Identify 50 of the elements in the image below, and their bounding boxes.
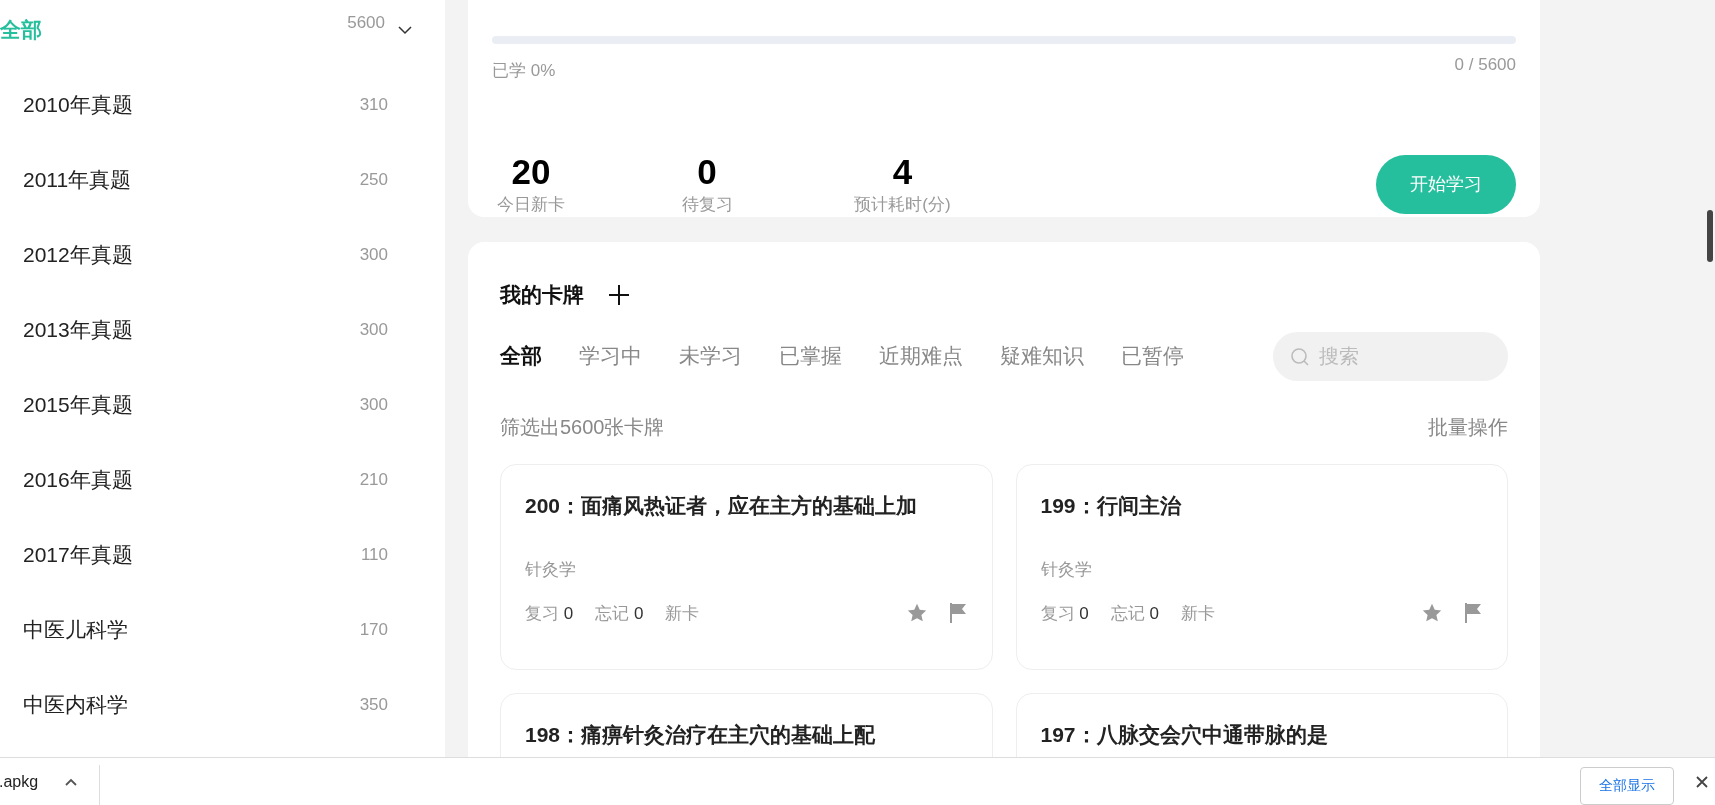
forget-count: 忘记 0 bbox=[595, 602, 644, 625]
sidebar-item[interactable]: 2015年真题 300 bbox=[0, 367, 445, 442]
sidebar-item[interactable]: 2016年真题 210 bbox=[0, 442, 445, 517]
card-status: 新卡 bbox=[1180, 602, 1215, 625]
stat-value: 0 bbox=[697, 151, 717, 192]
card-title: 198：痛痹针灸治疗在主穴的基础上配 bbox=[525, 721, 877, 748]
card-title: 200：面痛风热证者，应在主方的基础上加 bbox=[525, 492, 919, 519]
batch-button[interactable]: 批量操作 bbox=[1428, 411, 1508, 442]
filter-result-text: 筛选出5600张卡牌 bbox=[500, 414, 665, 440]
flashcard[interactable]: 199：行间主治 针灸学 复习 0 忘记 0 新卡 bbox=[1015, 463, 1508, 670]
progress-reading: 0 / 5600 bbox=[1454, 54, 1516, 76]
sidebar-item[interactable]: 中医儿科学 170 bbox=[0, 592, 445, 667]
sidebar-item[interactable]: 中医内科学 350 bbox=[0, 667, 445, 742]
close-icon[interactable] bbox=[1696, 775, 1708, 788]
filter-tab[interactable]: 学习中 bbox=[579, 340, 642, 372]
stat-label: 待复习 bbox=[681, 193, 733, 216]
card-title: 197：八脉交会穴中通带脉的是 bbox=[1040, 721, 1329, 748]
sidebar-item[interactable]: 2012年真题 300 bbox=[0, 217, 445, 292]
search-icon bbox=[1290, 346, 1310, 367]
forget-count: 忘记 0 bbox=[1110, 602, 1159, 625]
card-subject: 针灸学 bbox=[1040, 558, 1093, 581]
filter-tab[interactable]: 疑难知识 bbox=[1000, 340, 1084, 372]
show-all-button[interactable]: 全部显示 bbox=[1580, 766, 1674, 805]
caret-icon[interactable] bbox=[64, 776, 79, 787]
stat-label: 预计耗时(分) bbox=[854, 193, 951, 216]
flag-icon[interactable] bbox=[1463, 602, 1483, 625]
sidebar-item[interactable]: 2017年真题 110 bbox=[0, 517, 445, 592]
filter-tab[interactable]: 已掌握 bbox=[779, 340, 842, 372]
review-count: 复习 0 bbox=[525, 602, 574, 625]
filter-tab[interactable]: 未学习 bbox=[679, 340, 742, 372]
filter-tab[interactable]: 近期难点 bbox=[879, 340, 963, 372]
card-subject: 针灸学 bbox=[525, 558, 577, 581]
flashcard[interactable]: 200：面痛风热证者，应在主方的基础上加 针灸学 复习 0 忘记 0 新卡 bbox=[500, 463, 993, 670]
chevron-icon[interactable] bbox=[397, 25, 413, 35]
progress-label: 已学 0% bbox=[492, 60, 556, 82]
flag-icon[interactable] bbox=[947, 602, 968, 625]
filter-tab[interactable]: 已暂停 bbox=[1121, 340, 1184, 372]
card-status: 新卡 bbox=[665, 602, 700, 625]
stat-value: 4 bbox=[892, 151, 913, 192]
sidebar-item[interactable]: 2011年真题 250 bbox=[0, 142, 445, 217]
review-count: 复习 0 bbox=[1040, 602, 1089, 625]
stat-label: 今日新卡 bbox=[497, 193, 565, 216]
stat-value: 20 bbox=[511, 151, 551, 192]
sidebar-item[interactable]: 2010年真题 310 bbox=[0, 67, 445, 142]
sidebar-item[interactable]: 2013年真题 300 bbox=[0, 292, 445, 367]
download-file[interactable]: .apkg bbox=[0, 769, 39, 794]
card-title: 199：行间主治 bbox=[1040, 492, 1183, 519]
deck-title: 我的卡牌 bbox=[500, 282, 584, 308]
filter-tab[interactable]: 全部 bbox=[500, 340, 542, 372]
plus-icon[interactable] bbox=[608, 283, 630, 306]
